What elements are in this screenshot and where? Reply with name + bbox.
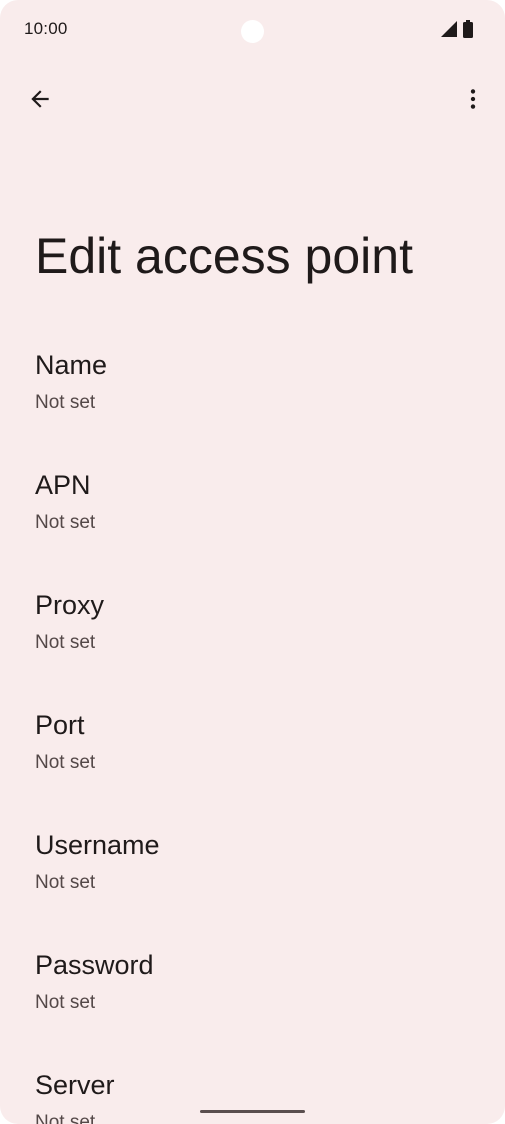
pref-item-server[interactable]: Server Not set: [0, 1060, 505, 1124]
pref-summary: Not set: [35, 872, 96, 893]
status-icons: [441, 20, 473, 38]
pref-item-apn[interactable]: APN Not set: [0, 460, 505, 580]
pref-title: Port: [35, 710, 85, 740]
pref-title: Username: [35, 830, 160, 860]
pref-item-proxy[interactable]: Proxy Not set: [0, 580, 505, 700]
pref-summary: Not set: [35, 512, 96, 533]
pref-item-name[interactable]: Name Not set: [0, 340, 505, 460]
home-indicator[interactable]: [200, 1110, 305, 1113]
pref-summary: Not set: [35, 392, 96, 413]
screen: 10:00 Edit access point Name Not set APN…: [0, 0, 505, 1124]
more-options-button[interactable]: [451, 77, 495, 121]
camera-cutout: [241, 20, 264, 43]
pref-title: Proxy: [35, 590, 105, 620]
status-bar: 10:00: [0, 0, 505, 58]
pref-summary: Not set: [35, 752, 96, 773]
page-title: Edit access point: [35, 228, 413, 284]
status-time: 10:00: [24, 19, 68, 38]
back-button[interactable]: [18, 77, 62, 121]
pref-title: APN: [35, 470, 91, 500]
pref-summary: Not set: [35, 632, 96, 653]
battery-icon: [463, 20, 473, 38]
pref-title: Name: [35, 350, 108, 380]
signal-icon: [441, 21, 457, 37]
pref-summary: Not set: [35, 992, 96, 1013]
pref-title: Server: [35, 1070, 115, 1100]
pref-item-port[interactable]: Port Not set: [0, 700, 505, 820]
app-bar: [0, 70, 505, 128]
preference-list: Name Not set APN Not set Proxy Not set P…: [0, 340, 505, 1124]
more-vert-icon: [470, 89, 476, 109]
pref-item-username[interactable]: Username Not set: [0, 820, 505, 940]
pref-title: Password: [35, 950, 154, 980]
pref-item-password[interactable]: Password Not set: [0, 940, 505, 1060]
arrow-back-icon: [31, 90, 49, 108]
